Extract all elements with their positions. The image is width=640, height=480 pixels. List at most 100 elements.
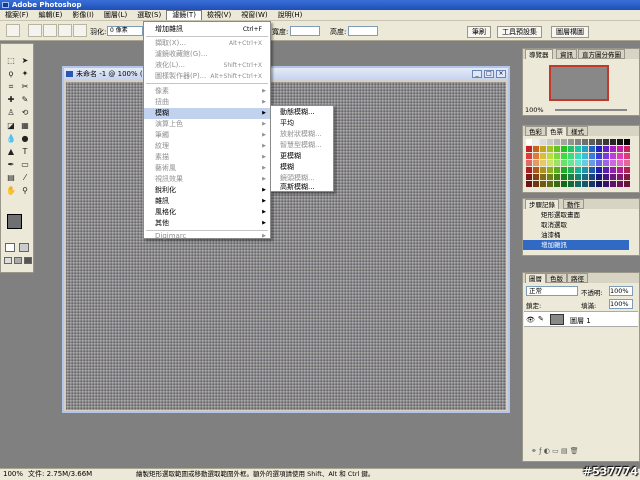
color-swatch[interactable] [617,160,623,166]
color-swatch[interactable] [568,181,574,187]
color-swatch[interactable] [589,167,595,173]
tab-styles[interactable]: 樣式 [567,126,588,136]
color-swatch[interactable] [596,167,602,173]
menu-edit[interactable]: 編輯(E) [34,10,68,20]
color-swatch[interactable] [582,181,588,187]
menu-view[interactable]: 檢視(V) [202,10,236,20]
slice-tool-icon[interactable]: ✂ [19,82,31,92]
color-swatch[interactable] [589,160,595,166]
filter-item-digimarc[interactable]: Digimarc ▶ [144,231,270,242]
color-swatch[interactable] [624,139,630,145]
color-swatch[interactable] [610,167,616,173]
color-swatch[interactable] [617,167,623,173]
palette-tab-brushes[interactable]: 筆刷 [467,26,491,38]
zoom-tool-icon[interactable]: ⚲ [19,186,31,196]
status-zoom[interactable]: 100% [3,469,23,480]
color-swatch[interactable] [582,153,588,159]
blur-item-smart[interactable]: 智慧型模糊... [271,140,333,151]
color-swatch[interactable] [596,174,602,180]
clone-stamp-tool-icon[interactable]: ♙ [5,108,17,118]
color-swatch[interactable] [554,174,560,180]
color-swatch[interactable] [540,167,546,173]
menu-window[interactable]: 視窗(W) [236,10,272,20]
color-swatch[interactable] [582,139,588,145]
maximize-icon[interactable]: □ [484,70,494,78]
color-swatch[interactable] [624,153,630,159]
foreground-color-swatch[interactable] [7,214,22,229]
color-swatch[interactable] [617,181,623,187]
tab-histogram[interactable]: 直方圖分佈圖 [578,49,625,59]
filter-item-brush-strokes[interactable]: 筆觸 ▶ [144,130,270,141]
swatch-grid[interactable] [526,139,636,191]
blur-item-motion[interactable]: 動態模糊... [271,107,333,118]
tab-actions[interactable]: 動作 [563,199,584,209]
color-swatch[interactable] [533,167,539,173]
lasso-tool-icon[interactable]: ϙ [5,69,17,79]
filter-item-blur[interactable]: 模糊 ▶ [144,108,270,119]
color-swatch[interactable] [582,174,588,180]
notes-tool-icon[interactable]: ▤ [5,173,17,183]
color-swatch[interactable] [603,146,609,152]
color-swatch[interactable] [526,181,532,187]
palette-tab-layer-comps[interactable]: 圖層構圖 [551,26,589,38]
color-swatch[interactable] [568,174,574,180]
color-swatch[interactable] [568,146,574,152]
gradient-tool-icon[interactable]: ▦ [19,121,31,131]
color-swatch[interactable] [575,181,581,187]
filter-item-video[interactable]: 視訊效果 ▶ [144,174,270,185]
color-swatch[interactable] [575,139,581,145]
color-swatch[interactable] [575,174,581,180]
blur-item-average[interactable]: 平均 [271,118,333,129]
color-swatch[interactable] [526,167,532,173]
color-swatch[interactable] [526,153,532,159]
color-swatch[interactable] [610,181,616,187]
color-swatch[interactable] [554,153,560,159]
screen-mode-standard-icon[interactable] [4,257,12,264]
filter-item-filter-gallery[interactable]: 濾鏡收藏館(G)... [144,49,270,60]
filter-item-stylize[interactable]: 風格化 ▶ [144,207,270,218]
filter-item-render[interactable]: 演算上色 ▶ [144,119,270,130]
color-swatch[interactable] [533,160,539,166]
filter-item-pattern-maker[interactable]: 圖樣製作器(P)... Alt+Shift+Ctrl+X [144,71,270,82]
history-brush-tool-icon[interactable]: ⟲ [19,108,31,118]
shape-tool-icon[interactable]: ▭ [19,160,31,170]
menu-layer[interactable]: 圖層(L) [99,10,132,20]
screen-mode-full-icon[interactable] [24,257,32,264]
close-icon[interactable]: × [496,70,506,78]
color-swatch[interactable] [568,167,574,173]
color-swatch[interactable] [547,174,553,180]
color-swatch[interactable] [603,167,609,173]
color-swatch[interactable] [540,139,546,145]
tab-paths[interactable]: 路徑 [567,273,588,283]
menu-help[interactable]: 說明(H) [273,10,308,20]
filter-item-extract[interactable]: 擷取(X)... Alt+Ctrl+X [144,38,270,49]
tab-history[interactable]: 步驟記錄 [525,199,559,209]
document-title-bar[interactable]: 未命名 -1 @ 100% (圖層... _ □ × [64,68,508,80]
color-swatch[interactable] [554,167,560,173]
color-swatch[interactable] [526,139,532,145]
screen-mode-full-menu-icon[interactable] [14,257,22,264]
marquee-tool-preset-icon[interactable] [6,24,20,37]
color-swatch[interactable] [561,181,567,187]
color-swatch[interactable] [596,146,602,152]
color-swatch[interactable] [617,146,623,152]
blur-item-gaussian[interactable]: 高斯模糊... [271,182,333,193]
color-swatch[interactable] [610,146,616,152]
filter-item-artistic[interactable]: 藝術風 ▶ [144,163,270,174]
color-swatch[interactable] [624,146,630,152]
color-swatch[interactable] [561,174,567,180]
hand-tool-icon[interactable]: ✋ [5,186,17,196]
color-swatch[interactable] [589,139,595,145]
color-swatch[interactable] [561,160,567,166]
color-swatch[interactable] [533,181,539,187]
history-item[interactable]: 取消選取 [523,220,629,230]
eraser-tool-icon[interactable]: ◪ [5,121,17,131]
color-swatch[interactable] [596,139,602,145]
color-swatch[interactable] [582,160,588,166]
navigator-preview[interactable] [549,65,609,101]
color-swatch[interactable] [540,181,546,187]
eyedropper-tool-icon[interactable]: ⁄ [19,173,31,183]
color-swatch[interactable] [617,139,623,145]
color-swatch[interactable] [554,146,560,152]
color-swatch[interactable] [582,146,588,152]
